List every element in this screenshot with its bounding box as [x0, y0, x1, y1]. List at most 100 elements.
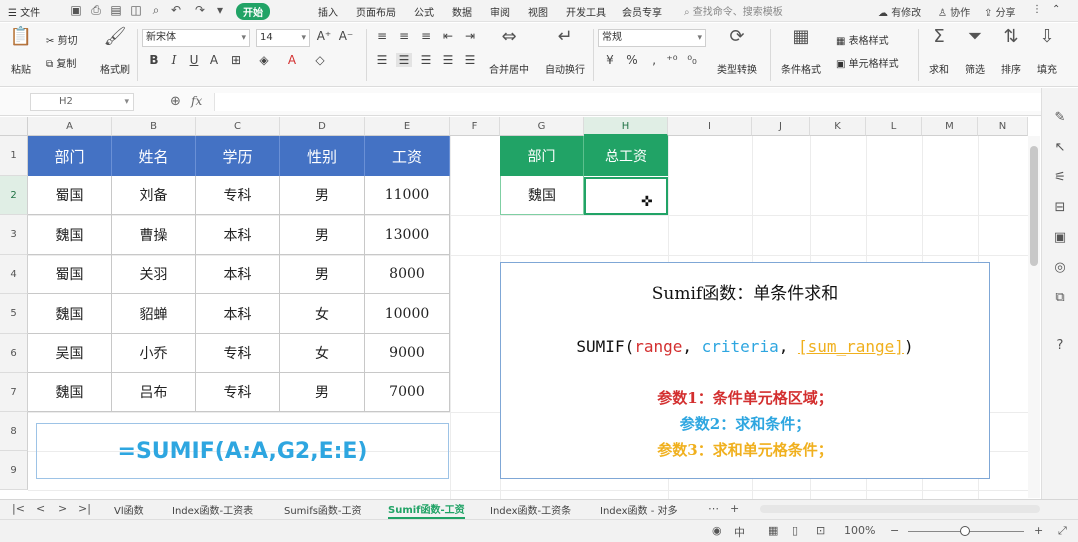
modified-status[interactable]: ☁ 有修改 — [878, 4, 921, 19]
table-cell[interactable]: 蜀国 — [28, 255, 112, 294]
formula-input[interactable] — [214, 93, 1044, 111]
command-search[interactable]: ⌕ 查找命令、搜索模板 — [684, 3, 814, 19]
table-cell[interactable]: 10000 — [365, 294, 450, 334]
align-center-icon[interactable]: ☰ — [396, 53, 412, 67]
wrap-text-button[interactable]: ↵ 自动换行 — [542, 27, 588, 77]
print-preview-icon[interactable]: ◫ — [128, 2, 144, 18]
column-header-d[interactable]: D — [280, 117, 365, 136]
column-header-l[interactable]: L — [866, 117, 922, 136]
table-cell[interactable]: 7000 — [365, 373, 450, 412]
align-right-icon[interactable]: ☰ — [418, 53, 434, 67]
percent-icon[interactable]: % — [624, 53, 640, 67]
menu-tab-member[interactable]: 会员专享 — [622, 4, 662, 19]
select-all-corner[interactable] — [0, 117, 28, 136]
table-cell[interactable]: 魏国 — [28, 294, 112, 334]
lookup-criteria-cell[interactable]: 魏国 — [500, 176, 584, 215]
conditional-format-button[interactable]: ▦ 条件格式 — [776, 27, 826, 77]
table-cell[interactable]: 男 — [280, 176, 365, 215]
sheet-tab-active[interactable]: Sumif函数-工资 — [388, 501, 465, 519]
align-left-icon[interactable]: ☰ — [374, 53, 390, 67]
border-icon[interactable]: ⊞ — [228, 53, 244, 67]
table-cell[interactable]: 小乔 — [112, 334, 196, 373]
zoom-icon[interactable]: ⊕ — [170, 94, 181, 109]
zoom-out-icon[interactable]: − — [890, 524, 899, 537]
pin-icon[interactable]: ✎ — [1052, 110, 1068, 125]
number-format-select[interactable]: 常规 — [598, 29, 706, 47]
align-top-icon[interactable]: ≡ — [374, 29, 390, 43]
select-cursor-icon[interactable]: ↖ — [1052, 140, 1068, 155]
sheet-tab[interactable]: Index函数-工资条 — [490, 502, 571, 517]
sum-button[interactable]: Σ 求和 — [924, 27, 954, 77]
fill-color-icon[interactable]: ◈ — [256, 53, 272, 67]
table-cell[interactable]: 8000 — [365, 255, 450, 294]
find-icon[interactable]: ⌕ — [148, 2, 164, 18]
type-convert-button[interactable]: ⟳ 类型转换 — [712, 27, 762, 77]
table-cell[interactable]: 本科 — [196, 294, 280, 334]
table-cell[interactable]: 13000 — [365, 215, 450, 255]
column-header-h[interactable]: H — [584, 117, 668, 136]
font-name-select[interactable]: 新宋体 — [142, 29, 250, 47]
eye-protection-icon[interactable]: ◉ — [712, 524, 722, 537]
table-cell[interactable]: 9000 — [365, 334, 450, 373]
format-panel-icon[interactable]: ⊟ — [1052, 200, 1068, 215]
table-header-name[interactable]: 姓名 — [112, 136, 196, 176]
column-header-g[interactable]: G — [500, 117, 584, 136]
table-header-gender[interactable]: 性别 — [280, 136, 365, 176]
copy-button[interactable]: ⧉ 复制 — [46, 55, 76, 70]
save-icon[interactable]: ▣ — [68, 2, 84, 18]
column-header-k[interactable]: K — [810, 117, 866, 136]
font-size-select[interactable]: 14 — [256, 29, 310, 47]
decrease-font-icon[interactable]: A⁻ — [338, 29, 354, 43]
add-sheet-icon[interactable]: + — [730, 502, 739, 515]
zoom-slider-handle[interactable] — [960, 526, 970, 536]
table-cell[interactable]: 本科 — [196, 255, 280, 294]
table-cell[interactable]: 吴国 — [28, 334, 112, 373]
table-cell[interactable]: 专科 — [196, 334, 280, 373]
fx-icon[interactable]: fx — [191, 94, 202, 108]
table-cell[interactable]: 女 — [280, 334, 365, 373]
export-pdf-icon[interactable]: ⎙ — [88, 2, 104, 18]
location-icon[interactable]: ◎ — [1052, 260, 1068, 275]
sumif-info-box[interactable]: Sumif函数：单条件求和 SUMIF(range, criteria, [su… — [500, 262, 990, 479]
more-sheets-icon[interactable]: ⋯ — [708, 502, 719, 515]
table-cell[interactable]: 11000 — [365, 176, 450, 215]
row-header-7[interactable]: 7 — [0, 373, 28, 412]
table-header-salary[interactable]: 工资 — [365, 136, 450, 176]
row-header-4[interactable]: 4 — [0, 255, 28, 294]
increase-font-icon[interactable]: A⁺ — [316, 29, 332, 43]
menu-tab-insert[interactable]: 插入 — [318, 4, 338, 19]
decrease-decimal-icon[interactable]: ⁰₀ — [684, 53, 700, 67]
paste-button[interactable]: 📋 粘贴 — [8, 27, 34, 77]
increase-decimal-icon[interactable]: ⁺⁰ — [664, 53, 680, 67]
filter-button[interactable]: ⏷ 筛选 — [960, 27, 990, 77]
row-header-9[interactable]: 9 — [0, 451, 28, 490]
column-header-i[interactable]: I — [668, 117, 752, 136]
table-cell[interactable]: 男 — [280, 255, 365, 294]
table-cell[interactable]: 魏国 — [28, 373, 112, 412]
zoom-in-icon[interactable]: + — [1034, 524, 1043, 537]
align-bottom-icon[interactable]: ≡ — [418, 29, 434, 43]
clear-format-icon[interactable]: ◇ — [312, 53, 328, 67]
indent-increase-icon[interactable]: ⇥ — [462, 29, 478, 43]
last-sheet-icon[interactable]: >| — [78, 502, 91, 515]
collapse-ribbon-icon[interactable]: ⌃ — [1052, 4, 1060, 15]
table-cell[interactable]: 蜀国 — [28, 176, 112, 215]
more-icon[interactable]: ▾ — [212, 2, 228, 18]
column-header-b[interactable]: B — [112, 117, 196, 136]
strikethrough-icon[interactable]: A — [206, 53, 222, 67]
page-break-view-icon[interactable]: ⊡ — [816, 524, 825, 537]
sheet-tab[interactable]: Vl函数 — [114, 502, 144, 517]
table-cell[interactable]: 女 — [280, 294, 365, 334]
currency-icon[interactable]: ¥ — [602, 53, 618, 67]
properties-icon[interactable]: ⚟ — [1052, 170, 1068, 185]
lookup-header-total-salary[interactable]: 总工资 — [584, 136, 668, 176]
page-layout-view-icon[interactable]: ▯ — [792, 524, 798, 537]
format-painter-button[interactable]: 🖌 格式刷 — [98, 27, 132, 77]
share-button[interactable]: ⇪ 分享 — [984, 4, 1016, 19]
table-cell[interactable]: 刘备 — [112, 176, 196, 215]
align-middle-icon[interactable]: ≡ — [396, 29, 412, 43]
italic-icon[interactable]: I — [166, 53, 182, 67]
underline-icon[interactable]: U — [186, 53, 202, 67]
column-header-c[interactable]: C — [196, 117, 280, 136]
picture-icon[interactable]: ▣ — [1052, 230, 1068, 245]
